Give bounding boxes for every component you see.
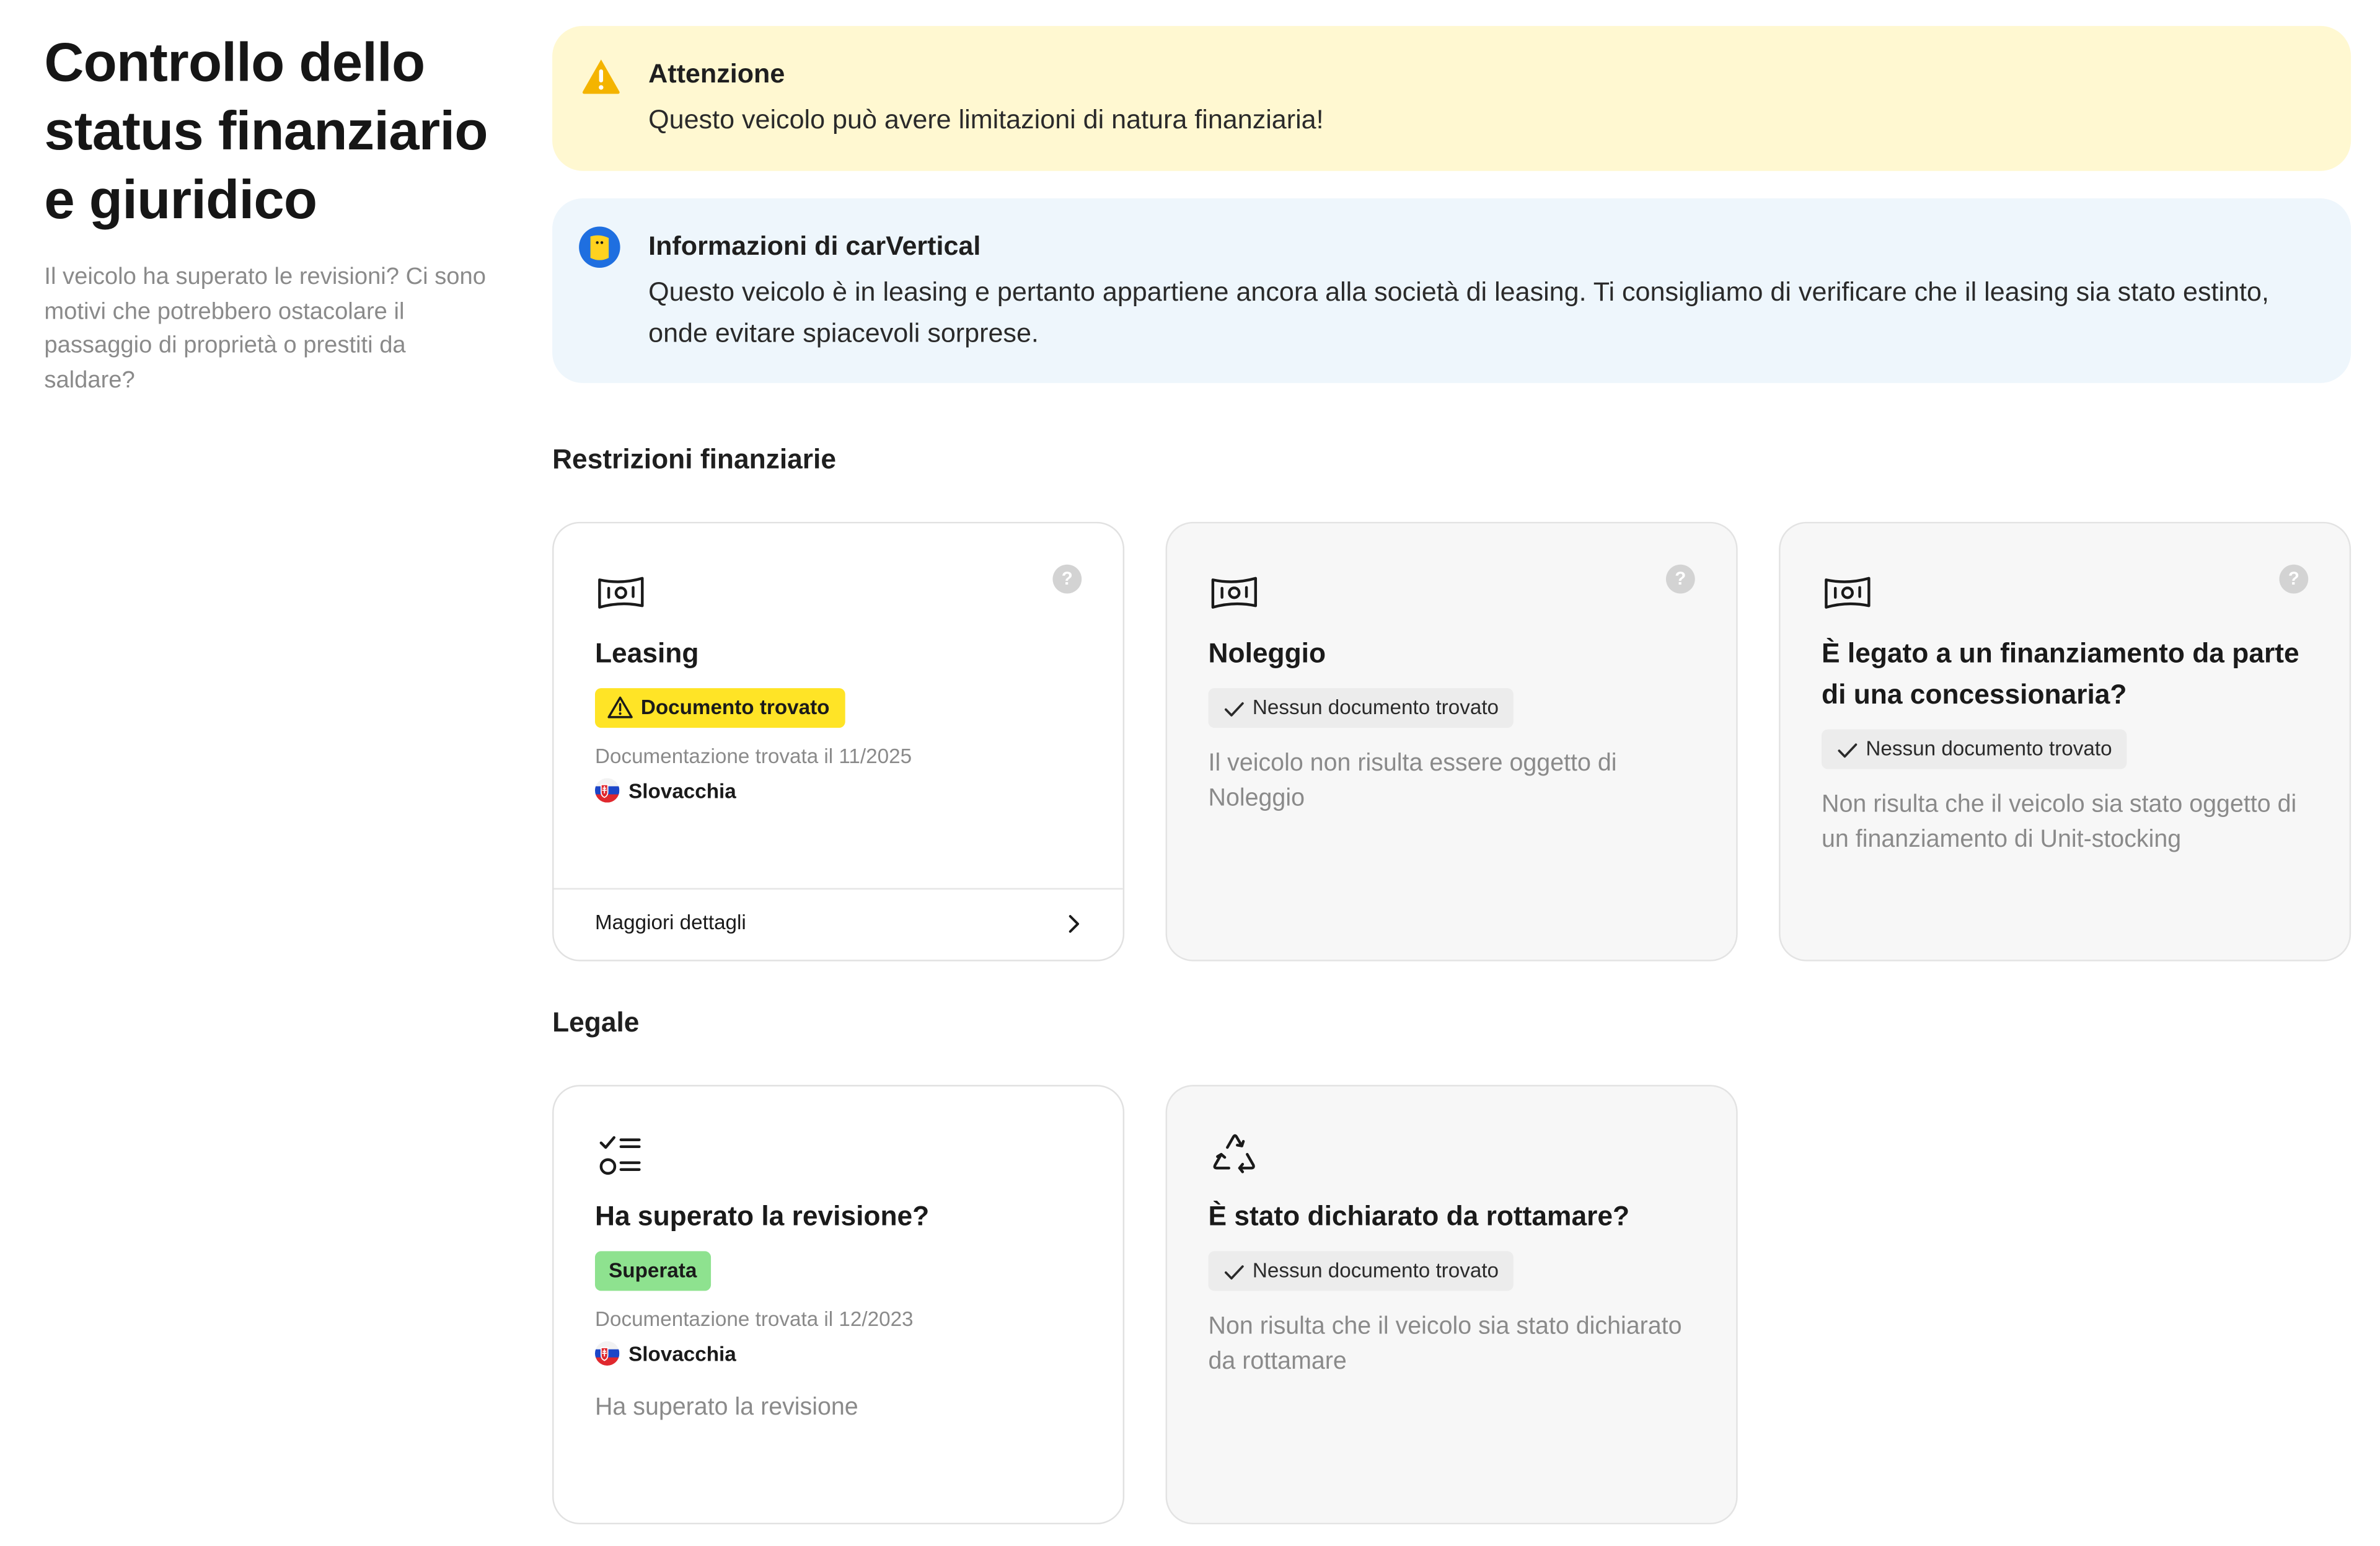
legal-cards: Ha superato la revisione? Superata Docum… bbox=[552, 1085, 2351, 1525]
card-title: Ha superato la revisione? bbox=[594, 1201, 930, 1232]
page-title: Controllo dello status finanziario e giu… bbox=[44, 30, 488, 231]
dealer-financing-card: ? È legato a un finanziamento da parte d… bbox=[1779, 521, 2351, 961]
carvertical-logo-icon bbox=[579, 226, 620, 268]
info-alert: Informazioni di carVertical Questo veico… bbox=[552, 198, 2351, 383]
leasing-card[interactable]: ? Leasing Documento trovato Documentazio… bbox=[552, 521, 1125, 961]
check-icon bbox=[1224, 1265, 1244, 1280]
info-alert-title: Informazioni di carVertical bbox=[648, 230, 981, 261]
country-label: Slovacchia bbox=[628, 779, 736, 803]
warning-outline-icon bbox=[607, 696, 633, 718]
help-icon[interactable]: ? bbox=[1665, 564, 1695, 594]
chevron-right-icon bbox=[1069, 915, 1080, 933]
status-badge-label: Nessun documento trovato bbox=[1866, 736, 2112, 760]
card-description: Ha superato la revisione bbox=[594, 1394, 858, 1421]
slovakia-flag-icon bbox=[594, 1341, 620, 1366]
slovakia-flag-icon bbox=[594, 778, 620, 803]
financial-section-title: Restrizioni finanziarie bbox=[552, 444, 837, 475]
warning-alert-text: Questo veicolo può avere limitazioni di … bbox=[648, 104, 1324, 135]
banknote-icon bbox=[1825, 576, 1871, 609]
card-title: È legato a un finanziamento da parte di … bbox=[1822, 637, 2299, 710]
legal-section-title: Legale bbox=[552, 1007, 640, 1038]
check-icon bbox=[1838, 743, 1858, 758]
status-badge: Nessun documento trovato bbox=[1208, 688, 1514, 728]
status-badge: Nessun documento trovato bbox=[1822, 729, 2128, 769]
main-content: Attenzione Questo veicolo può avere limi… bbox=[552, 25, 2351, 1525]
document-date: Documentazione trovata il 12/2023 bbox=[594, 1307, 914, 1331]
inspection-card: Ha superato la revisione? Superata Docum… bbox=[552, 1085, 1125, 1525]
card-description: Il veicolo non risulta essere oggetto di… bbox=[1208, 751, 1617, 812]
status-badge-label: Nessun documento trovato bbox=[1252, 1258, 1499, 1282]
country: Slovacchia bbox=[594, 1341, 1090, 1369]
page-description: Il veicolo ha superato le revisioni? Ci … bbox=[44, 263, 486, 393]
scrapped-card: È stato dichiarato da rottamare? Nessun … bbox=[1165, 1085, 1738, 1525]
card-description: Non risulta che il veicolo sia stato ogg… bbox=[1822, 792, 2297, 853]
document-date: Documentazione trovata il 11/2025 bbox=[594, 744, 912, 768]
status-badge: Superata bbox=[594, 1251, 711, 1291]
help-icon[interactable]: ? bbox=[2279, 564, 2309, 594]
info-alert-text: Questo veicolo è in leasing e pertanto a… bbox=[648, 276, 2269, 348]
help-icon[interactable]: ? bbox=[1052, 564, 1082, 594]
warning-triangle-icon bbox=[582, 59, 620, 94]
sidebar: Controllo dello status finanziario e giu… bbox=[44, 27, 494, 398]
status-badge: Nessun documento trovato bbox=[1208, 1251, 1514, 1291]
recycle-icon bbox=[1213, 1134, 1255, 1173]
card-title: Leasing bbox=[594, 637, 699, 669]
warning-alert-title: Attenzione bbox=[648, 58, 785, 89]
more-details-label[interactable]: Maggiori dettagli bbox=[595, 911, 746, 934]
country: Slovacchia bbox=[594, 778, 1090, 805]
financial-cards: ? Leasing Documento trovato Documentazio… bbox=[552, 521, 2351, 961]
status-badge-label: Documento trovato bbox=[640, 696, 830, 719]
rental-card: ? Noleggio Nessun documento trovato Il v… bbox=[1165, 521, 1738, 961]
card-title: È stato dichiarato da rottamare? bbox=[1208, 1201, 1630, 1232]
checklist-icon bbox=[599, 1136, 641, 1175]
country-label: Slovacchia bbox=[628, 1343, 736, 1366]
banknote-icon bbox=[1211, 576, 1258, 609]
status-badge-label: Nessun documento trovato bbox=[1252, 696, 1499, 719]
check-icon bbox=[1224, 702, 1244, 717]
banknote-icon bbox=[598, 576, 644, 609]
card-description: Non risulta che il veicolo sia stato dic… bbox=[1208, 1314, 1682, 1375]
card-title: Noleggio bbox=[1208, 637, 1326, 669]
more-details-link[interactable]: Maggiori dettagli bbox=[553, 888, 1123, 960]
warning-alert: Attenzione Questo veicolo può avere limi… bbox=[552, 25, 2351, 171]
status-badge: Documento trovato bbox=[594, 688, 845, 728]
